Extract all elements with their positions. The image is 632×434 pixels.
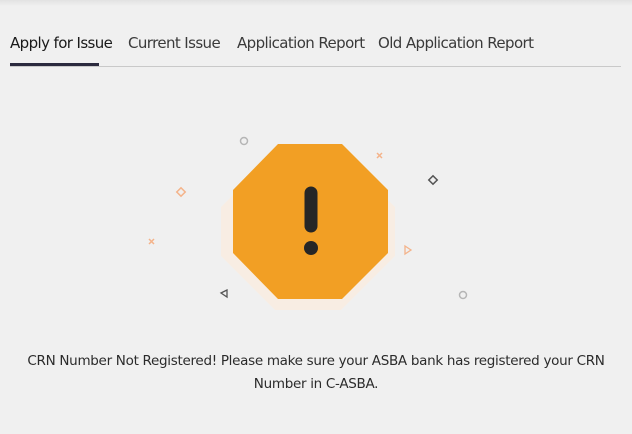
- decor-circle-icon: [458, 290, 468, 300]
- decor-diamond-icon: [175, 186, 187, 198]
- decor-triangle-icon: [219, 288, 228, 299]
- tab-current-issue[interactable]: Current Issue: [128, 34, 221, 52]
- exclamation-dot: [304, 241, 318, 255]
- active-tab-indicator: [10, 63, 99, 66]
- decor-triangle-icon: [404, 244, 413, 256]
- decor-circle-icon: [239, 136, 249, 146]
- header-shadow: [0, 0, 632, 6]
- tab-application-report[interactable]: Application Report: [237, 34, 365, 52]
- decor-diamond-icon: [427, 174, 439, 186]
- tab-bar: Apply for Issue Current Issue Applicatio…: [10, 30, 621, 67]
- warning-illustration: [148, 136, 468, 310]
- tab-old-application-report[interactable]: Old Application Report: [378, 34, 534, 52]
- decor-cross-icon: [376, 152, 383, 159]
- error-message: CRN Number Not Registered! Please make s…: [27, 353, 605, 392]
- decor-cross-icon: [148, 238, 155, 245]
- tab-apply-for-issue[interactable]: Apply for Issue: [10, 34, 113, 52]
